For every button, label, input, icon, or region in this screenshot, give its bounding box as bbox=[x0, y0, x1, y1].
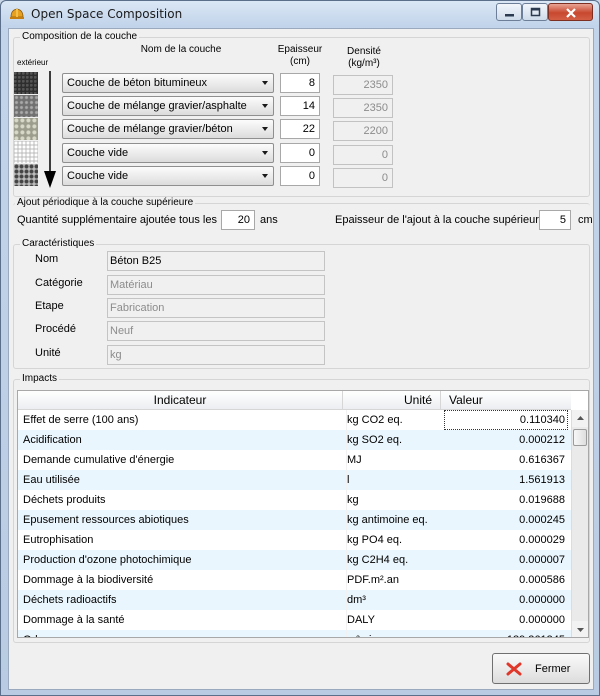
layer-select-5[interactable]: Couche vide bbox=[62, 166, 274, 186]
close-button-label: Fermer bbox=[535, 663, 571, 675]
density-field-2: 2350 bbox=[333, 98, 393, 118]
periodic-thickness-label: Epaisseur de l'ajout à la couche supérie… bbox=[335, 214, 546, 226]
asphalt-texture bbox=[14, 72, 38, 94]
close-icon bbox=[506, 662, 522, 676]
process-field: Neuf bbox=[107, 321, 325, 341]
category-label: Catégorie bbox=[35, 277, 83, 289]
impacts-group-title: Impacts bbox=[20, 373, 60, 384]
table-row[interactable]: Dommage à la biodiversité PDF.m².an 0.00… bbox=[18, 570, 571, 590]
maximize-button[interactable] bbox=[522, 3, 548, 21]
chevron-down-icon bbox=[262, 104, 268, 108]
table-scrollbar[interactable] bbox=[571, 410, 588, 637]
density-field-1: 2350 bbox=[333, 75, 393, 95]
table-row[interactable]: Odeur m³ air 189.361345 bbox=[18, 630, 571, 637]
table-row[interactable]: Déchets produits kg 0.019688 bbox=[18, 490, 571, 510]
layer-select-1[interactable]: Couche de béton bitumineux bbox=[62, 73, 274, 93]
scroll-down-button[interactable] bbox=[572, 621, 588, 637]
close-button[interactable]: Fermer bbox=[492, 653, 590, 684]
thickness-header: Epaisseur (cm) bbox=[277, 44, 323, 67]
layer-select-2[interactable]: Couche de mélange gravier/asphalte bbox=[62, 96, 274, 116]
periodic-thickness-input[interactable]: 5 bbox=[539, 210, 571, 230]
down-arrow-icon bbox=[43, 71, 57, 192]
characteristics-group-title: Caractéristiques bbox=[20, 238, 97, 249]
density-field-4: 0 bbox=[333, 145, 393, 165]
composition-group-title: Composition de la couche bbox=[20, 31, 140, 42]
stage-label: Etape bbox=[35, 300, 64, 312]
layer-name-header: Nom de la couche bbox=[140, 44, 222, 55]
app-window: Open Space Composition Composition de la… bbox=[0, 0, 600, 696]
selected-value-cell[interactable]: 0.110340 bbox=[444, 410, 568, 430]
table-row[interactable]: Déchets radioactifs dm³ 0.000000 bbox=[18, 590, 571, 610]
density-field-3: 2200 bbox=[333, 121, 393, 141]
unit-column-header[interactable]: Unité bbox=[343, 391, 441, 410]
helmet-icon bbox=[9, 6, 25, 22]
category-field: Matériau bbox=[107, 275, 325, 295]
void-texture-2 bbox=[14, 164, 38, 186]
layer-select-3[interactable]: Couche de mélange gravier/béton bbox=[62, 119, 274, 139]
process-label: Procédé bbox=[35, 323, 76, 335]
periodic-thickness-unit: cm bbox=[578, 214, 593, 226]
name-label: Nom bbox=[35, 253, 59, 265]
table-row[interactable]: Effet de serre (100 ans) kg CO2 eq. 0.11… bbox=[18, 410, 571, 430]
exterior-label: extérieur bbox=[17, 58, 49, 67]
stage-field: Fabrication bbox=[107, 298, 325, 318]
density-field-5: 0 bbox=[333, 168, 393, 188]
table-row[interactable]: Eau utilisée l 1.561913 bbox=[18, 470, 571, 490]
table-row[interactable]: Epusement ressources abiotiques kg antim… bbox=[18, 510, 571, 530]
impacts-table-header: Indicateur Unité Valeur bbox=[18, 391, 571, 410]
chevron-down-icon bbox=[262, 81, 268, 85]
gravel-concrete-texture bbox=[14, 118, 38, 140]
periodic-years-input[interactable]: 20 bbox=[221, 210, 255, 230]
gravel-asphalt-texture bbox=[14, 95, 38, 117]
window-title: Open Space Composition bbox=[31, 7, 183, 21]
periodic-group-title: Ajout périodique à la couche supérieure bbox=[15, 197, 196, 208]
table-row[interactable]: Acidification kg SO2 eq. 0.000212 bbox=[18, 430, 571, 450]
density-header: Densité (kg/m³) bbox=[347, 46, 381, 69]
thickness-input-2[interactable]: 14 bbox=[280, 96, 320, 116]
unit-field: kg bbox=[107, 345, 325, 365]
scroll-up-button[interactable] bbox=[572, 410, 588, 427]
layer-select-4[interactable]: Couche vide bbox=[62, 143, 274, 163]
scroll-thumb[interactable] bbox=[573, 429, 587, 446]
thickness-input-4[interactable]: 0 bbox=[280, 143, 320, 163]
periodic-qty-label: Quantité supplémentaire ajoutée tous les bbox=[17, 214, 217, 226]
table-row[interactable]: Demande cumulative d'énergie MJ 0.616367 bbox=[18, 450, 571, 470]
minimize-button[interactable] bbox=[496, 3, 522, 21]
thickness-input-3[interactable]: 22 bbox=[280, 119, 320, 139]
table-row[interactable]: Eutrophisation kg PO4 eq. 0.000029 bbox=[18, 530, 571, 550]
impacts-table: Indicateur Unité Valeur Effet de serre (… bbox=[17, 390, 589, 638]
chevron-down-icon bbox=[262, 151, 268, 155]
window-close-button[interactable] bbox=[548, 3, 593, 21]
thickness-input-5[interactable]: 0 bbox=[280, 166, 320, 186]
dialog-body: Composition de la couche Nom de la couch… bbox=[8, 28, 594, 690]
thickness-input-1[interactable]: 8 bbox=[280, 73, 320, 93]
name-field: Béton B25 bbox=[107, 251, 325, 271]
unit-label: Unité bbox=[35, 347, 61, 359]
periodic-years-unit: ans bbox=[260, 214, 278, 226]
chevron-down-icon bbox=[262, 127, 268, 131]
chevron-down-icon bbox=[262, 174, 268, 178]
void-texture-1 bbox=[14, 141, 38, 163]
indicator-column-header[interactable]: Indicateur bbox=[18, 391, 343, 410]
value-column-header[interactable]: Valeur bbox=[441, 391, 571, 410]
table-row[interactable]: Production d'ozone photochimique kg C2H4… bbox=[18, 550, 571, 570]
table-row[interactable]: Dommage à la santé DALY 0.000000 bbox=[18, 610, 571, 630]
title-bar[interactable]: Open Space Composition bbox=[1, 1, 599, 27]
